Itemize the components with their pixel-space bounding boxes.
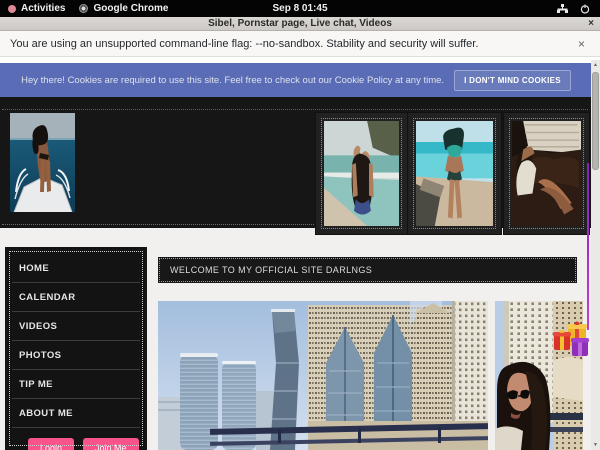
couch-photo-image <box>512 121 581 226</box>
sidebar-item-home[interactable]: HOME <box>12 254 140 283</box>
sidebar-item-videos[interactable]: VIDEOS <box>12 312 140 341</box>
sidebar-item-about-me[interactable]: ABOUT ME <box>12 399 140 428</box>
cookie-consent-bar: Hey there! Cookies are required to use t… <box>0 63 592 97</box>
gnome-top-bar: Activities Google Chrome Sep 8 01:45 <box>0 0 600 17</box>
turquoise-beach-photo-image <box>416 121 493 226</box>
gift-widget[interactable] <box>552 318 592 358</box>
thumbnail-frame <box>413 118 496 229</box>
sidebar-item-calendar[interactable]: CALENDAR <box>12 283 140 312</box>
welcome-heading-bar: WELCOME TO MY OFFICIAL SITE DARLNGS <box>158 257 577 283</box>
header-thumbnail-3[interactable] <box>503 112 590 235</box>
sidebar-item-tip-me[interactable]: TIP ME <box>12 370 140 399</box>
cookie-accept-button[interactable]: I DON'T MIND COOKIES <box>454 70 571 91</box>
cookie-message: Hey there! Cookies are required to use t… <box>21 75 444 86</box>
window-close-icon[interactable]: × <box>588 17 594 31</box>
header-boat-photo <box>10 113 75 212</box>
site-page: HOME CALENDAR VIDEOS PHOTOS TIP ME ABOUT… <box>0 97 592 450</box>
beach-heart-photo-image <box>324 121 399 226</box>
app-menu-label: Google Chrome <box>93 3 168 14</box>
activities-dot-icon <box>8 5 16 13</box>
infobar-close-icon[interactable]: × <box>578 37 600 51</box>
activities-label: Activities <box>21 3 65 14</box>
power-icon[interactable] <box>580 4 590 14</box>
login-button[interactable]: Login <box>28 438 74 450</box>
main-photo <box>158 301 488 450</box>
window-title: Sibel, Pornstar page, Live chat, Videos <box>208 18 392 29</box>
scrollbar-down-icon[interactable]: ▼ <box>593 440 598 450</box>
window-titlebar: Sibel, Pornstar page, Live chat, Videos … <box>0 17 600 31</box>
join-button[interactable]: Join Me <box>83 438 139 450</box>
header-thumbnail-2[interactable] <box>407 112 502 235</box>
gift-widget-line <box>587 163 589 330</box>
boat-photo-image <box>10 113 75 212</box>
header-dotted-line-top <box>2 109 588 110</box>
thumbnail-frame <box>321 118 402 229</box>
activities-button[interactable]: Activities <box>8 3 65 14</box>
infobar-message: You are using an unsupported command-lin… <box>0 38 478 50</box>
desktop-screen: Activities Google Chrome Sep 8 01:45 Sib… <box>0 0 600 450</box>
header-thumbnail-1[interactable] <box>315 112 408 235</box>
scrollbar-thumb[interactable] <box>592 72 599 170</box>
scrollbar-up-icon[interactable]: ▲ <box>593 60 598 70</box>
page-scrollbar[interactable]: ▲ ▼ <box>591 60 600 450</box>
app-menu-button[interactable]: Google Chrome <box>79 3 168 14</box>
thumbnail-frame <box>509 118 584 229</box>
network-icon[interactable] <box>557 4 568 14</box>
chrome-icon <box>79 4 88 13</box>
sidebar-nav: HOME CALENDAR VIDEOS PHOTOS TIP ME ABOUT… <box>5 247 147 450</box>
skyline-photo-image <box>158 301 488 450</box>
chrome-infobar: You are using an unsupported command-lin… <box>0 31 600 57</box>
welcome-heading: WELCOME TO MY OFFICIAL SITE DARLNGS <box>158 265 372 275</box>
gift-boxes-icon <box>552 318 592 358</box>
sidebar-item-photos[interactable]: PHOTOS <box>12 341 140 370</box>
